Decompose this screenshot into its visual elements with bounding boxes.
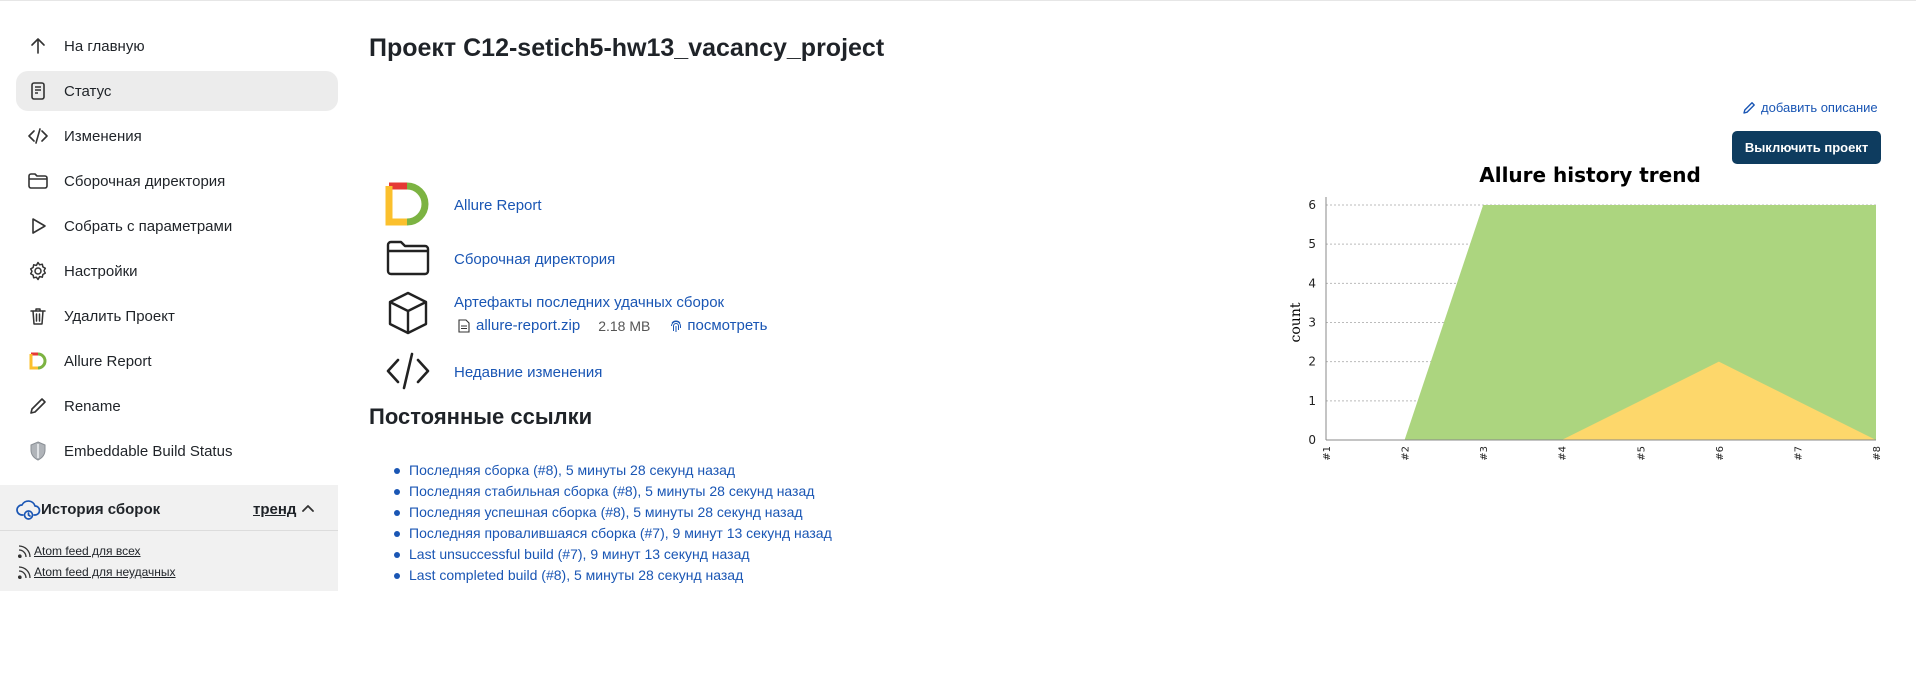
permalink-item[interactable]: Last completed build (#8), 5 минуты 28 с… [394, 565, 832, 586]
y-tick-label: 4 [1308, 276, 1316, 290]
package-icon [385, 290, 431, 336]
folder-icon [385, 235, 431, 281]
permalinks-list: Последняя сборка (#8), 5 минуты 28 секун… [394, 460, 832, 586]
allure-logo-icon [28, 351, 48, 371]
rss-icon [18, 565, 31, 579]
last-artifacts-link[interactable]: Артефакты последних удачных сборок [454, 294, 724, 311]
play-icon [28, 216, 48, 236]
sidebar-item-label: На главную [64, 37, 145, 55]
atom-feed-all-label: Atom feed для всех [34, 544, 141, 558]
atom-feed-all-link[interactable]: Atom feed для всех [18, 544, 141, 558]
allure-history-trend-chart[interactable]: Allure history trend 0 1 2 3 4 5 6 #1 #2 #3 #4 #5 #6 #… [1280, 158, 1880, 478]
sidebar-item-rename[interactable]: Rename [16, 386, 338, 426]
sidebar-item-allure-report[interactable]: Allure Report [16, 341, 338, 381]
x-tick-label: #5 [1636, 446, 1647, 461]
sidebar-item-label: Embeddable Build Status [64, 442, 233, 460]
chevron-up-icon[interactable] [300, 501, 316, 517]
allure-logo-icon [385, 181, 431, 227]
sidebar-item-label: Удалить Проект [64, 307, 175, 325]
y-tick-label: 6 [1308, 198, 1316, 212]
y-tick-label: 2 [1308, 355, 1316, 369]
permalink-link[interactable]: Last unsuccessful build (#7), 9 минут 13… [409, 546, 750, 562]
pencil-icon [28, 396, 48, 416]
folder-icon [28, 171, 48, 191]
rss-icon [18, 544, 31, 558]
permalink-item[interactable]: Last unsuccessful build (#7), 9 минут 13… [394, 544, 832, 565]
permalink-item[interactable]: Последняя сборка (#8), 5 минуты 28 секун… [394, 460, 832, 481]
sidebar-item-label: Сборочная директория [64, 172, 226, 190]
page-title: Проект C12-setich5-hw13_vacancy_project [369, 34, 885, 62]
fingerprint-icon [671, 320, 682, 332]
document-icon [28, 81, 48, 101]
chart-title: Allure history trend [1479, 163, 1701, 187]
workspace-link[interactable]: Сборочная директория [454, 251, 615, 268]
x-tick-label: #2 [1401, 446, 1412, 461]
sidebar-item-label: Rename [64, 397, 121, 415]
sidebar-item-label: Статус [64, 82, 112, 100]
atom-feed-failed-link[interactable]: Atom feed для неудачных [18, 565, 176, 579]
file-icon [458, 318, 470, 333]
trend-link[interactable]: тренд [253, 501, 296, 518]
sidebar-item-status[interactable]: Статус [16, 71, 338, 111]
permalink-item[interactable]: Последняя стабильная сборка (#8), 5 мину… [394, 481, 832, 502]
sidebar-item-embeddable-build-status[interactable]: Embeddable Build Status [16, 431, 338, 471]
x-tick-label: #8 [1872, 446, 1880, 461]
sidebar-item-home[interactable]: На главную [16, 26, 338, 66]
sidebar-item-delete-project[interactable]: Удалить Проект [16, 296, 338, 336]
sidebar-item-label: Allure Report [64, 352, 152, 370]
permalink-item[interactable]: Последняя успешная сборка (#8), 5 минуты… [394, 502, 832, 523]
code-icon [385, 348, 431, 394]
add-description-label: добавить описание [1761, 100, 1878, 115]
divider [0, 530, 338, 531]
build-history-title: История сборок [41, 501, 161, 518]
shield-icon [28, 441, 48, 461]
cloud-history-icon [16, 496, 42, 522]
sidebar-item-label: Настройки [64, 262, 138, 280]
y-tick-label: 1 [1308, 394, 1316, 408]
artifact-file-row: allure-report.zip 2.18 MB посмотреть [458, 317, 767, 334]
sidebar-item-settings[interactable]: Настройки [16, 251, 338, 291]
permalink-link[interactable]: Последняя провалившаяся сборка (#7), 9 м… [409, 525, 832, 541]
y-tick-label: 3 [1308, 316, 1316, 330]
sidebar-item-changes[interactable]: Изменения [16, 116, 338, 156]
sidebar: На главную Статус Изменения Сборочная ди… [16, 26, 338, 476]
x-tick-label: #4 [1558, 446, 1569, 461]
x-tick-label: #1 [1322, 446, 1333, 461]
sidebar-item-label: Изменения [64, 127, 142, 145]
atom-feed-failed-label: Atom feed для неудачных [34, 565, 176, 579]
x-tick-label: #6 [1715, 446, 1726, 461]
pencil-icon [1743, 101, 1755, 114]
gear-icon [28, 261, 48, 281]
artifact-size: 2.18 MB [598, 317, 651, 334]
y-tick-label: 0 [1308, 433, 1316, 447]
arrow-up-icon [28, 36, 48, 56]
permalinks-title: Постоянные ссылки [369, 404, 593, 429]
permalink-item[interactable]: Последняя провалившаяся сборка (#7), 9 м… [394, 523, 832, 544]
x-tick-label: #3 [1479, 446, 1490, 461]
y-axis-label: count [1288, 302, 1304, 342]
recent-changes-link[interactable]: Недавние изменения [454, 364, 602, 381]
view-fingerprint-link[interactable]: посмотреть [687, 317, 767, 334]
y-tick-label: 5 [1308, 237, 1316, 251]
permalink-link[interactable]: Последняя успешная сборка (#8), 5 минуты… [409, 504, 803, 520]
sidebar-item-build-with-params[interactable]: Собрать с параметрами [16, 206, 338, 246]
top-border [0, 0, 1916, 1]
x-tick-label: #7 [1793, 446, 1804, 461]
build-history-panel: История сборок тренд Atom feed для всех … [0, 485, 338, 591]
artifact-zip-link[interactable]: allure-report.zip [476, 317, 580, 334]
code-icon [28, 126, 48, 146]
add-description-link[interactable]: добавить описание [1742, 100, 1878, 115]
sidebar-item-label: Собрать с параметрами [64, 217, 233, 235]
permalink-link[interactable]: Последняя стабильная сборка (#8), 5 мину… [409, 483, 814, 499]
permalink-link[interactable]: Последняя сборка (#8), 5 минуты 28 секун… [409, 462, 735, 478]
allure-report-link[interactable]: Allure Report [454, 197, 542, 214]
sidebar-item-workspace[interactable]: Сборочная директория [16, 161, 338, 201]
trash-icon [28, 306, 48, 326]
permalink-link[interactable]: Last completed build (#8), 5 минуты 28 с… [409, 567, 743, 583]
